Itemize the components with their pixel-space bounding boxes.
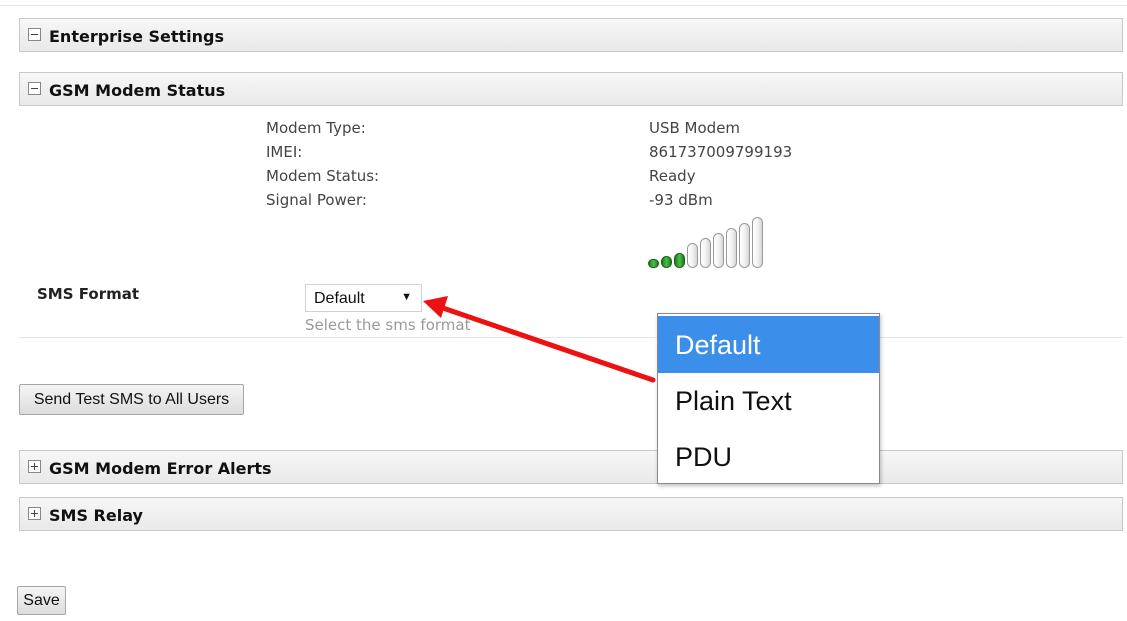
gsm-modem-error-alerts-title: GSM Modem Error Alerts <box>49 459 272 478</box>
sms-format-select[interactable]: Default ▼ <box>305 284 422 312</box>
sms-format-hint: Select the sms format <box>305 316 471 334</box>
sms-format-dropdown-list[interactable]: Default Plain Text PDU <box>657 313 880 484</box>
collapse-minus-icon[interactable] <box>28 28 41 41</box>
signal-power-label: Signal Power: <box>266 191 367 209</box>
save-button[interactable]: Save <box>17 586 66 615</box>
expand-plus-icon[interactable] <box>28 460 41 473</box>
enterprise-settings-title: Enterprise Settings <box>49 27 225 46</box>
signal-bar-inactive <box>700 238 711 268</box>
signal-bar-active <box>661 256 672 268</box>
enterprise-settings-header[interactable]: Enterprise Settings <box>19 18 1123 52</box>
sms-format-label: SMS Format <box>37 285 140 303</box>
modem-type-label: Modem Type: <box>266 119 366 137</box>
dropdown-option-pdu[interactable]: PDU <box>658 428 879 485</box>
imei-value: 861737009799193 <box>649 143 793 161</box>
gsm-modem-status-title: GSM Modem Status <box>49 81 226 100</box>
modem-status-label: Modem Status: <box>266 167 380 185</box>
sms-relay-title: SMS Relay <box>49 506 143 525</box>
dropdown-caret-icon[interactable]: ▼ <box>401 291 412 303</box>
signal-bar-inactive <box>687 243 698 268</box>
signal-bar-inactive <box>739 222 750 268</box>
row-divider <box>19 337 1123 338</box>
signal-bar-active <box>674 253 685 268</box>
sms-relay-header[interactable]: SMS Relay <box>19 497 1123 531</box>
top-divider <box>0 5 1127 6</box>
send-test-sms-button[interactable]: Send Test SMS to All Users <box>19 384 244 415</box>
signal-bar-inactive <box>713 233 724 268</box>
modem-status-value: Ready <box>649 167 696 185</box>
dropdown-option-plain-text[interactable]: Plain Text <box>658 372 879 429</box>
collapse-minus-icon[interactable] <box>28 82 41 95</box>
signal-strength-icon <box>648 214 770 268</box>
signal-bar-inactive <box>752 217 763 268</box>
signal-power-value: -93 dBm <box>649 191 713 209</box>
modem-type-value: USB Modem <box>649 119 741 137</box>
dropdown-option-default[interactable]: Default <box>658 316 879 373</box>
gsm-modem-status-header[interactable]: GSM Modem Status <box>19 72 1123 106</box>
gsm-modem-error-alerts-header[interactable]: GSM Modem Error Alerts <box>19 450 1123 484</box>
signal-bar-inactive <box>726 227 737 268</box>
signal-bar-active <box>648 259 659 268</box>
sms-format-selected-value: Default <box>314 290 365 307</box>
imei-label: IMEI: <box>266 143 303 161</box>
expand-plus-icon[interactable] <box>28 507 41 520</box>
